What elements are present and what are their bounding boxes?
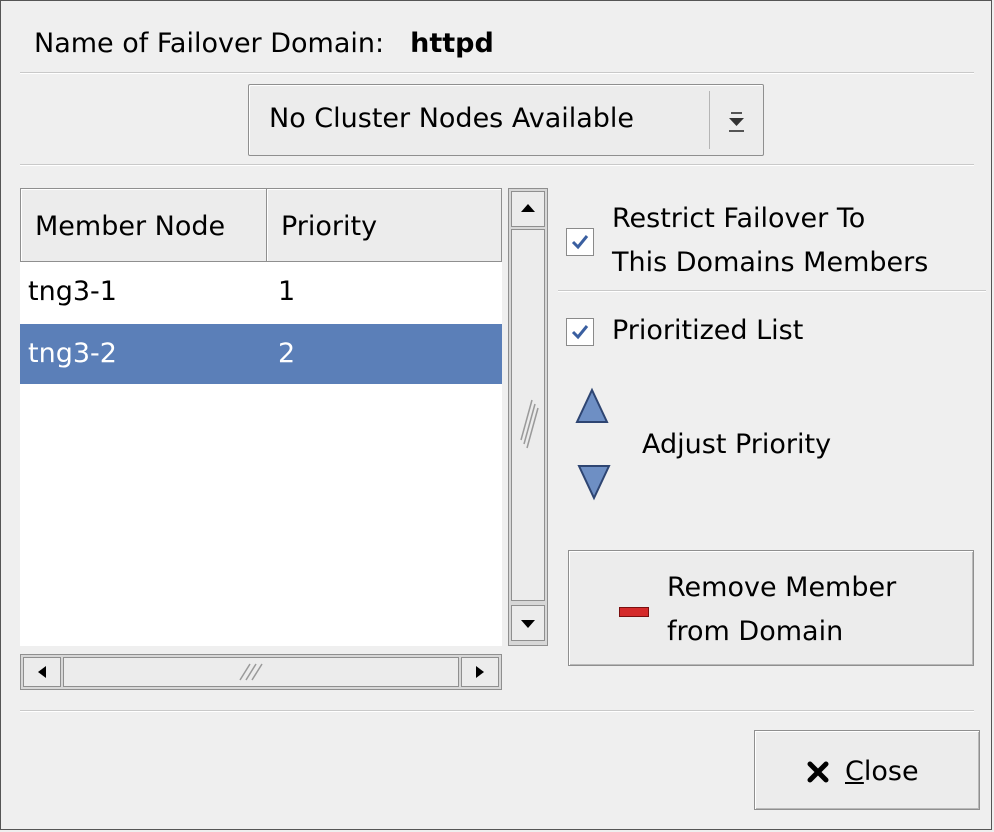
separator: [20, 164, 974, 166]
move-down-arrow-icon[interactable]: [576, 462, 612, 502]
adjust-priority-label: Adjust Priority: [642, 429, 832, 460]
check-icon: [571, 325, 589, 340]
close-label-rest: lose: [863, 756, 919, 787]
arrow-up-icon: [521, 204, 535, 212]
priority-cell: 2: [278, 338, 296, 369]
cluster-nodes-combo[interactable]: No Cluster Nodes Available: [248, 84, 764, 156]
scroll-right-button[interactable]: [461, 657, 499, 687]
column-header-label: Priority: [281, 211, 378, 242]
move-up-arrow-icon[interactable]: [574, 386, 610, 426]
remove-member-button[interactable]: Remove Member from Domain: [568, 550, 974, 666]
close-icon: [807, 761, 829, 783]
prioritized-list-label[interactable]: Prioritized List: [612, 314, 803, 348]
member-node-cell: tng3-2: [28, 338, 117, 369]
close-mnemonic: C: [845, 756, 864, 787]
close-button[interactable]: Close: [754, 730, 980, 810]
table-row[interactable]: tng3-1 1: [20, 262, 502, 322]
restrict-failover-checkbox[interactable]: [566, 228, 594, 256]
separator: [558, 290, 986, 292]
grip-icon: [239, 663, 263, 681]
restrict-failover-label-line1[interactable]: Restrict Failover To: [612, 202, 865, 236]
separator: [20, 72, 974, 74]
remove-member-label-line2: from Domain: [667, 616, 844, 647]
arrow-left-icon: [38, 666, 46, 678]
column-header-label: Member Node: [35, 211, 226, 242]
priority-cell: 1: [278, 276, 296, 307]
domain-name-row: Name of Failover Domain: httpd: [34, 28, 494, 59]
scroll-down-button[interactable]: [511, 605, 545, 641]
scroll-thumb[interactable]: [63, 657, 459, 687]
vertical-scrollbar[interactable]: [508, 188, 548, 646]
minus-icon: [619, 607, 649, 617]
scroll-thumb[interactable]: [511, 229, 545, 601]
prioritized-list-checkbox[interactable]: [566, 318, 594, 346]
scroll-up-button[interactable]: [511, 191, 545, 227]
chevron-down-icon[interactable]: [719, 101, 753, 139]
domain-name-label: Name of Failover Domain:: [34, 28, 385, 59]
table-row-selected[interactable]: tng3-2 2: [20, 324, 502, 384]
domain-name-value: httpd: [410, 28, 494, 59]
separator: [20, 710, 974, 712]
member-node-cell: tng3-1: [28, 276, 117, 307]
close-button-label: Close: [845, 755, 919, 789]
column-header-member-node[interactable]: Member Node: [20, 188, 267, 262]
check-icon: [571, 235, 589, 250]
arrow-right-icon: [476, 666, 484, 678]
combo-divider: [709, 91, 710, 149]
member-list[interactable]: Member Node Priority tng3-1 1 tng3-2 2: [20, 188, 502, 646]
restrict-failover-label-line2[interactable]: This Domains Members: [612, 246, 928, 280]
scroll-left-button[interactable]: [23, 657, 61, 687]
horizontal-scrollbar[interactable]: [20, 654, 502, 690]
grip-icon: [520, 399, 539, 449]
remove-member-label-line1: Remove Member: [667, 572, 897, 603]
combo-selected-value: No Cluster Nodes Available: [269, 103, 635, 134]
column-header-priority[interactable]: Priority: [266, 188, 502, 262]
arrow-down-icon: [521, 620, 535, 628]
